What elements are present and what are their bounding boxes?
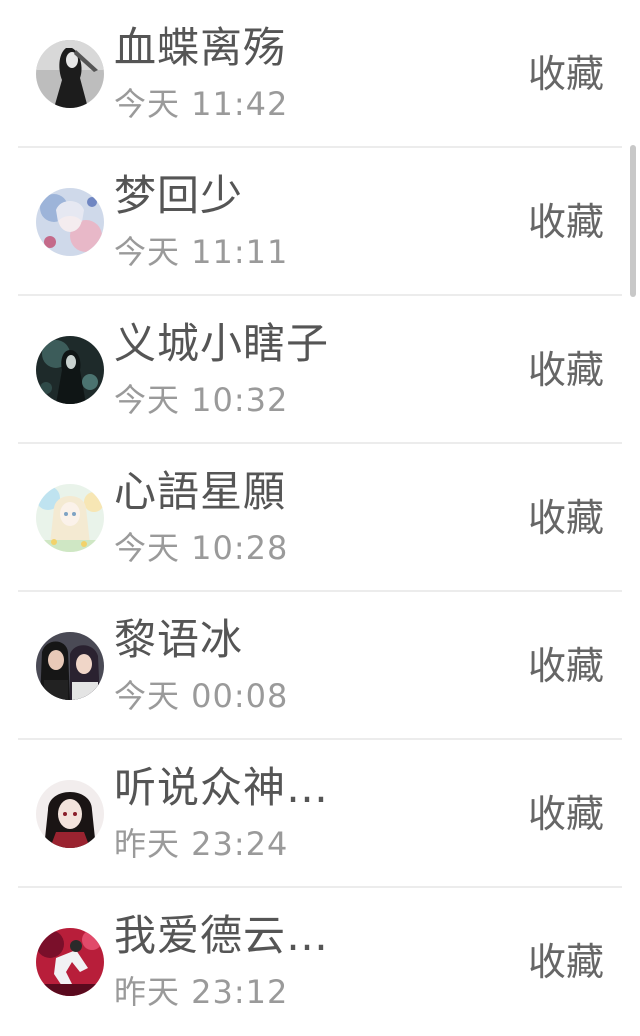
contact-name: 血蝶离殇 — [114, 23, 287, 72]
favorite-button[interactable]: 收藏 — [528, 790, 604, 838]
list-item[interactable]: 黎语冰 今天 00:08 收藏 — [0, 592, 640, 740]
avatar[interactable] — [36, 188, 104, 256]
message-time: 今天 10:32 — [114, 381, 289, 419]
avatar[interactable] — [36, 336, 104, 404]
conversation-list: 血蝶离殇 今天 11:42 收藏 梦回少 今天 11:11 收藏 义城小瞎子 今… — [0, 0, 640, 1036]
favorite-button[interactable]: 收藏 — [528, 50, 604, 98]
contact-name: 听说众神… — [114, 763, 330, 812]
list-item[interactable]: 梦回少 今天 11:11 收藏 — [0, 148, 640, 296]
avatar[interactable] — [36, 40, 104, 108]
message-time: 今天 11:42 — [114, 85, 289, 123]
favorite-button[interactable]: 收藏 — [528, 642, 604, 690]
favorite-button[interactable]: 收藏 — [528, 198, 604, 246]
scrollbar[interactable] — [630, 145, 636, 297]
list-item[interactable]: 义城小瞎子 今天 10:32 收藏 — [0, 296, 640, 444]
list-item[interactable]: 血蝶离殇 今天 11:42 收藏 — [0, 0, 640, 148]
contact-name: 我爱德云… — [114, 911, 330, 960]
message-time: 昨天 23:12 — [114, 973, 289, 1011]
list-item[interactable]: 听说众神… 昨天 23:24 收藏 — [0, 740, 640, 888]
avatar[interactable] — [36, 484, 104, 552]
message-time: 今天 00:08 — [114, 677, 289, 715]
message-time: 今天 11:11 — [114, 233, 289, 271]
favorite-button[interactable]: 收藏 — [528, 938, 604, 986]
avatar[interactable] — [36, 780, 104, 848]
list-item[interactable]: 我爱德云… 昨天 23:12 收藏 — [0, 888, 640, 1036]
avatar[interactable] — [36, 632, 104, 700]
favorite-button[interactable]: 收藏 — [528, 494, 604, 542]
contact-name: 梦回少 — [114, 171, 244, 220]
message-time: 今天 10:28 — [114, 529, 289, 567]
contact-name: 黎语冰 — [114, 615, 244, 664]
message-time: 昨天 23:24 — [114, 825, 289, 863]
contact-name: 心語星願 — [114, 467, 287, 516]
contact-name: 义城小瞎子 — [114, 319, 330, 368]
list-item[interactable]: 心語星願 今天 10:28 收藏 — [0, 444, 640, 592]
avatar[interactable] — [36, 928, 104, 996]
favorite-button[interactable]: 收藏 — [528, 346, 604, 394]
